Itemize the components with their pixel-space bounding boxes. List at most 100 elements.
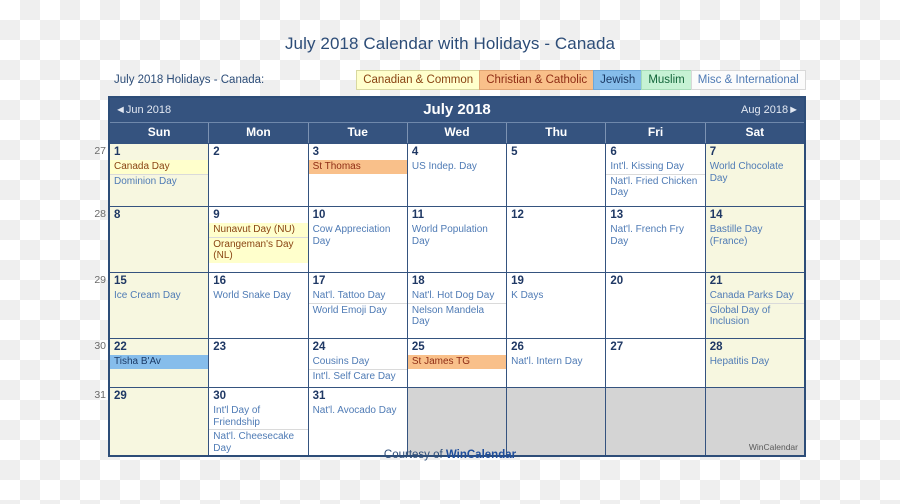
weekday-header-mon: Mon <box>208 123 307 143</box>
holiday-event[interactable]: Dominion Day <box>110 173 209 189</box>
calendar-month-title: July 2018 <box>423 101 491 118</box>
holiday-event[interactable]: St Thomas <box>308 160 407 174</box>
day-cell[interactable]: 24 Cousins Day Int'l. Self Care Day <box>307 339 407 387</box>
weekday-header-fri: Fri <box>605 123 704 143</box>
day-cell[interactable]: 13 Nat'l. French Fry Day <box>605 207 705 272</box>
legend-chip-jewish[interactable]: Jewish <box>593 70 643 90</box>
week-number: 27 <box>94 145 106 157</box>
day-cell[interactable]: 27 <box>605 339 705 387</box>
day-number: 29 <box>114 390 127 402</box>
day-cell[interactable]: 15 Ice Cream Day <box>110 273 209 338</box>
holiday-event[interactable]: World Chocolate Day <box>706 160 804 185</box>
day-cell[interactable]: 21 Canada Parks Day Global Day of Inclusio… <box>704 273 804 338</box>
day-cell-empty <box>406 388 507 455</box>
day-number: 22 <box>114 341 127 353</box>
holiday-event[interactable]: Nelson Mandela Day <box>407 302 507 329</box>
day-number: 9 <box>213 209 220 221</box>
holiday-event[interactable]: Nat'l. French Fry Day <box>606 223 704 248</box>
legend-chip-christian[interactable]: Christian & Catholic <box>479 70 595 90</box>
weekday-header-row: Sun Mon Tue Wed Thu Fri Sat <box>110 122 804 143</box>
day-cell[interactable]: 31 Nat'l. Avocado Day <box>307 388 407 455</box>
day-number: 28 <box>709 341 723 353</box>
day-cell[interactable]: 26 Nat'l. Intern Day <box>506 339 606 387</box>
day-cell[interactable]: 12 <box>506 207 606 272</box>
holiday-event[interactable]: Nat'l. Hot Dog Day <box>408 289 506 303</box>
holiday-event[interactable]: US Indep. Day <box>408 160 506 174</box>
day-cell[interactable]: 10 Cow Appreciation Day <box>307 207 407 272</box>
legend-chip-misc[interactable]: Misc & International <box>690 70 806 90</box>
day-cell[interactable]: 5 <box>506 144 606 206</box>
holiday-event[interactable]: Bastille Day (France) <box>706 223 804 248</box>
week-number: 30 <box>94 340 106 352</box>
holiday-event[interactable]: Nat'l. Fried Chicken Day <box>606 173 705 200</box>
day-number: 7 <box>709 146 717 158</box>
holiday-event[interactable]: Nat'l. Intern Day <box>507 355 605 369</box>
holiday-event[interactable]: Orangeman's Day (NL) <box>209 236 308 263</box>
holiday-event[interactable]: Hepatitis Day <box>706 355 804 369</box>
holiday-event[interactable]: Canada Day <box>110 160 209 174</box>
week-row: 15 Ice Cream Day 16 World Snake Day 17 Nat'l.… <box>110 272 804 338</box>
holiday-event[interactable]: Int'l. Self Care Day <box>308 368 407 384</box>
holiday-event[interactable]: Cousins Day <box>309 355 407 369</box>
day-cell[interactable]: 18 Nat'l. Hot Dog Day Nelson Mandela Day <box>406 273 507 338</box>
day-number: 14 <box>709 209 723 221</box>
day-cell[interactable]: 6 Int'l. Kissing Day Nat'l. Fried Chicken … <box>605 144 705 206</box>
holiday-event[interactable]: Cow Appreciation Day <box>309 223 407 248</box>
week-number: 29 <box>94 274 106 286</box>
day-cell[interactable]: 20 <box>605 273 705 338</box>
holiday-event[interactable]: K Days <box>507 289 605 303</box>
holiday-event[interactable]: Ice Cream Day <box>110 289 208 303</box>
day-number: 4 <box>411 146 419 158</box>
day-cell[interactable]: 8 <box>110 207 209 272</box>
day-cell[interactable]: 3 St Thomas <box>307 144 407 206</box>
day-cell[interactable]: 4 US Indep. Day <box>406 144 507 206</box>
day-cell[interactable]: 11 World Population Day <box>406 207 507 272</box>
holiday-event[interactable]: Int'l Day of Friendship <box>209 404 307 429</box>
holiday-event[interactable]: Nat'l. Tattoo Day <box>309 289 407 303</box>
day-number: 12 <box>511 209 524 221</box>
holiday-event[interactable]: St James TG <box>407 355 507 369</box>
day-cell[interactable]: 25 St James TG <box>406 339 507 387</box>
day-cell[interactable]: 23 <box>208 339 308 387</box>
week-row: 29 30 Int'l Day of Friendship Nat'l. Cheese… <box>110 387 804 455</box>
day-cell[interactable]: 2 <box>208 144 308 206</box>
day-cell[interactable]: 30 Int'l Day of Friendship Nat'l. Cheeseca… <box>208 388 308 455</box>
holiday-event[interactable]: World Emoji Day <box>308 302 407 318</box>
holiday-event[interactable]: Nunavut Day (NU) <box>209 223 308 237</box>
day-cell[interactable]: 1 Canada Day Dominion Day <box>110 144 209 206</box>
weekday-header-tue: Tue <box>307 123 407 143</box>
day-cell[interactable]: 29 <box>110 388 209 455</box>
day-cell-empty <box>506 388 606 455</box>
holiday-event[interactable]: World Population Day <box>408 223 506 248</box>
calendar-page: July 2018 Calendar with Holidays - Canad… <box>0 0 900 504</box>
day-cell[interactable]: 9 Nunavut Day (NU) Orangeman's Day (NL) <box>208 207 308 272</box>
prev-month-link[interactable]: ◄Jun 2018 <box>110 98 176 122</box>
day-number: 3 <box>312 146 319 158</box>
holiday-event[interactable]: Global Day of Inclusion <box>705 302 804 329</box>
day-cell[interactable]: 14 Bastille Day (France) <box>704 207 804 272</box>
day-cell[interactable]: 22 Tisha B'Av <box>110 339 209 387</box>
day-number: 27 <box>610 341 624 353</box>
footer-credit: Courtesy of WinCalendar <box>0 449 900 461</box>
day-cell[interactable]: 28 Hepatitis Day <box>704 339 804 387</box>
day-cell[interactable]: 16 World Snake Day <box>208 273 308 338</box>
day-number: 17 <box>312 275 326 287</box>
holiday-event[interactable]: Nat'l. Avocado Day <box>309 404 407 418</box>
day-cell[interactable]: 7 World Chocolate Day <box>704 144 804 206</box>
holiday-event[interactable]: Canada Parks Day <box>706 289 804 303</box>
day-number: 8 <box>114 209 121 221</box>
day-cell[interactable]: 19 K Days <box>506 273 606 338</box>
day-number: 20 <box>610 275 624 287</box>
next-month-link[interactable]: Aug 2018► <box>736 98 804 122</box>
legend-chip-canadian[interactable]: Canadian & Common <box>356 70 481 90</box>
day-number: 10 <box>312 209 326 221</box>
legend-chip-muslim[interactable]: Muslim <box>641 70 692 90</box>
day-number: 26 <box>511 341 524 353</box>
holiday-event[interactable]: Tisha B'Av <box>110 355 209 369</box>
day-number: 25 <box>411 341 425 353</box>
day-cell[interactable]: 17 Nat'l. Tattoo Day World Emoji Day <box>307 273 407 338</box>
day-number: 16 <box>213 275 227 287</box>
holiday-event[interactable]: World Snake Day <box>209 289 307 303</box>
day-number: 30 <box>213 390 227 402</box>
holiday-event[interactable]: Int'l. Kissing Day <box>606 160 704 174</box>
